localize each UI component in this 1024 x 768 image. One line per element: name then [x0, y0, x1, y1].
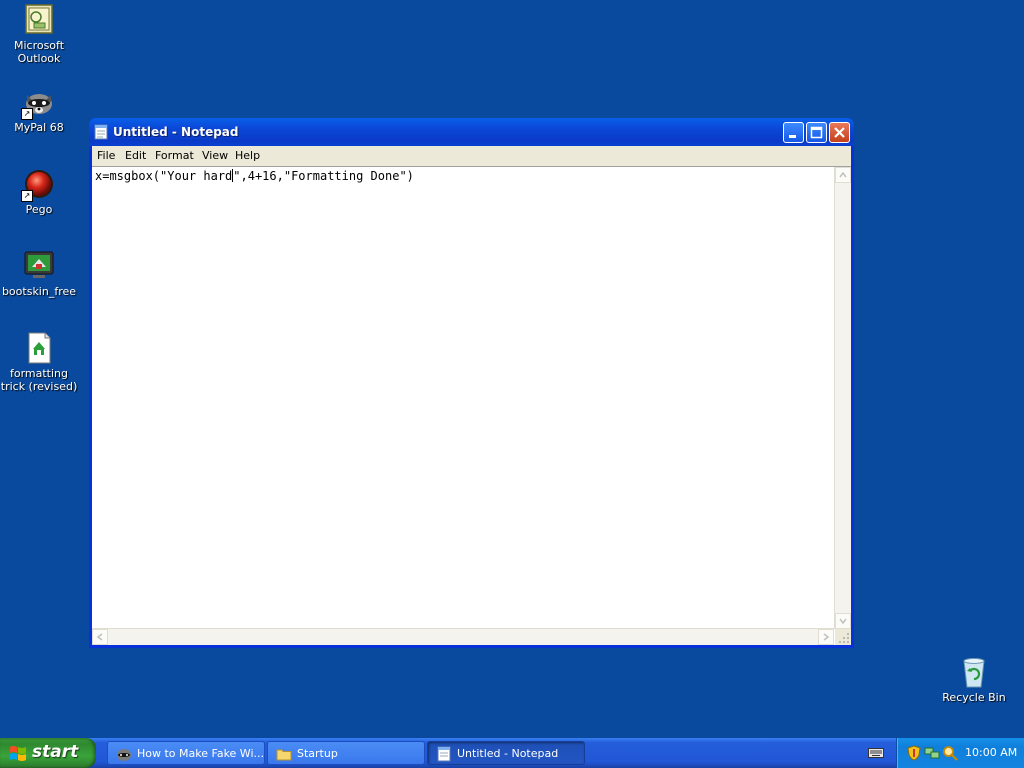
taskbar-item-notepad[interactable]: Untitled - Notepad [427, 741, 585, 765]
search-icon[interactable] [942, 745, 958, 761]
menu-view[interactable]: View [202, 149, 228, 162]
close-button[interactable] [829, 122, 850, 143]
taskbar-item-label: Startup [297, 747, 338, 760]
keyboard-icon[interactable] [868, 747, 884, 762]
clock[interactable]: 10:00 AM [965, 746, 1017, 759]
browser-icon [116, 746, 132, 762]
scroll-left-button[interactable] [92, 629, 108, 645]
desktop-icon-label: MyPal 68 [14, 121, 64, 134]
windows-logo-icon [9, 745, 27, 765]
desktop-icon-label: Pego [25, 203, 53, 216]
desktop-icon-label: Microsoft Outlook [13, 39, 65, 65]
menu-file[interactable]: File [97, 149, 115, 162]
folder-icon [276, 746, 292, 762]
desktop-icon-microsoft-outlook[interactable]: Microsoft Outlook [0, 4, 79, 65]
system-tray: 10:00 AM [896, 738, 1024, 768]
desktop: Microsoft Outlook ↗ MyPal 68 ↗ Pego boot… [0, 0, 1024, 738]
notepad-window[interactable]: Untitled - Notepad File Edit Format View… [89, 118, 854, 648]
raccoon-icon: ↗ [21, 86, 55, 120]
maximize-button[interactable] [806, 122, 827, 143]
editor-text-before-caret: x=msgbox("Your hard [95, 169, 233, 183]
desktop-icon-label: formatting trick (revised) [0, 367, 78, 393]
taskbar-item-startup[interactable]: Startup [267, 741, 425, 765]
horizontal-scrollbar[interactable] [92, 628, 834, 645]
scroll-down-button[interactable] [835, 613, 851, 629]
monitor-icon [23, 250, 55, 282]
desktop-icon-bootskin-free[interactable]: bootskin_free [0, 250, 79, 298]
menu-help[interactable]: Help [235, 149, 260, 162]
recycle-bin-icon [958, 656, 990, 688]
window-title: Untitled - Notepad [113, 125, 239, 139]
taskbar-item-browser[interactable]: How to Make Fake Wi... [107, 741, 265, 765]
red-ball-icon: ↗ [21, 168, 55, 202]
editor-text-after-caret: ",4+16,"Formatting Done") [233, 169, 414, 183]
desktop-icon-recycle-bin[interactable]: Recycle Bin [934, 656, 1014, 704]
taskbar: start How to Make Fake Wi... Startup Unt… [0, 738, 1024, 768]
vertical-scrollbar[interactable] [834, 167, 851, 629]
resize-grip[interactable] [835, 629, 851, 645]
script-file-icon [23, 332, 55, 364]
menu-format[interactable]: Format [155, 149, 194, 162]
desktop-icon-mypal-68[interactable]: ↗ MyPal 68 [0, 86, 79, 134]
taskbar-item-label: How to Make Fake Wi... [137, 747, 264, 760]
scroll-up-button[interactable] [835, 167, 851, 183]
menu-bar: File Edit Format View Help [92, 146, 851, 165]
desktop-icon-formatting-trick[interactable]: formatting trick (revised) [0, 332, 79, 393]
title-bar[interactable]: Untitled - Notepad [89, 118, 854, 146]
security-shield-icon[interactable] [906, 745, 922, 761]
notepad-icon [436, 746, 452, 762]
desktop-icon-label: Recycle Bin [942, 691, 1006, 704]
shortcut-arrow-icon: ↗ [21, 190, 33, 202]
shortcut-arrow-icon: ↗ [21, 108, 33, 120]
menu-edit[interactable]: Edit [125, 149, 146, 162]
text-editor[interactable]: x=msgbox("Your hard",4+16,"Formatting Do… [92, 166, 851, 645]
window-client-area: File Edit Format View Help x=msgbox("You… [92, 146, 851, 645]
editor-content: x=msgbox("Your hard",4+16,"Formatting Do… [95, 169, 414, 183]
taskbar-item-label: Untitled - Notepad [457, 747, 559, 760]
network-icon[interactable] [924, 745, 940, 761]
desktop-icon-pego[interactable]: ↗ Pego [0, 168, 79, 216]
notepad-icon [94, 124, 108, 140]
outlook-icon [23, 4, 55, 36]
start-label: start [32, 742, 79, 762]
start-button[interactable]: start [0, 738, 96, 768]
desktop-icon-label: bootskin_free [1, 285, 77, 298]
minimize-button[interactable] [783, 122, 804, 143]
scroll-right-button[interactable] [818, 629, 834, 645]
